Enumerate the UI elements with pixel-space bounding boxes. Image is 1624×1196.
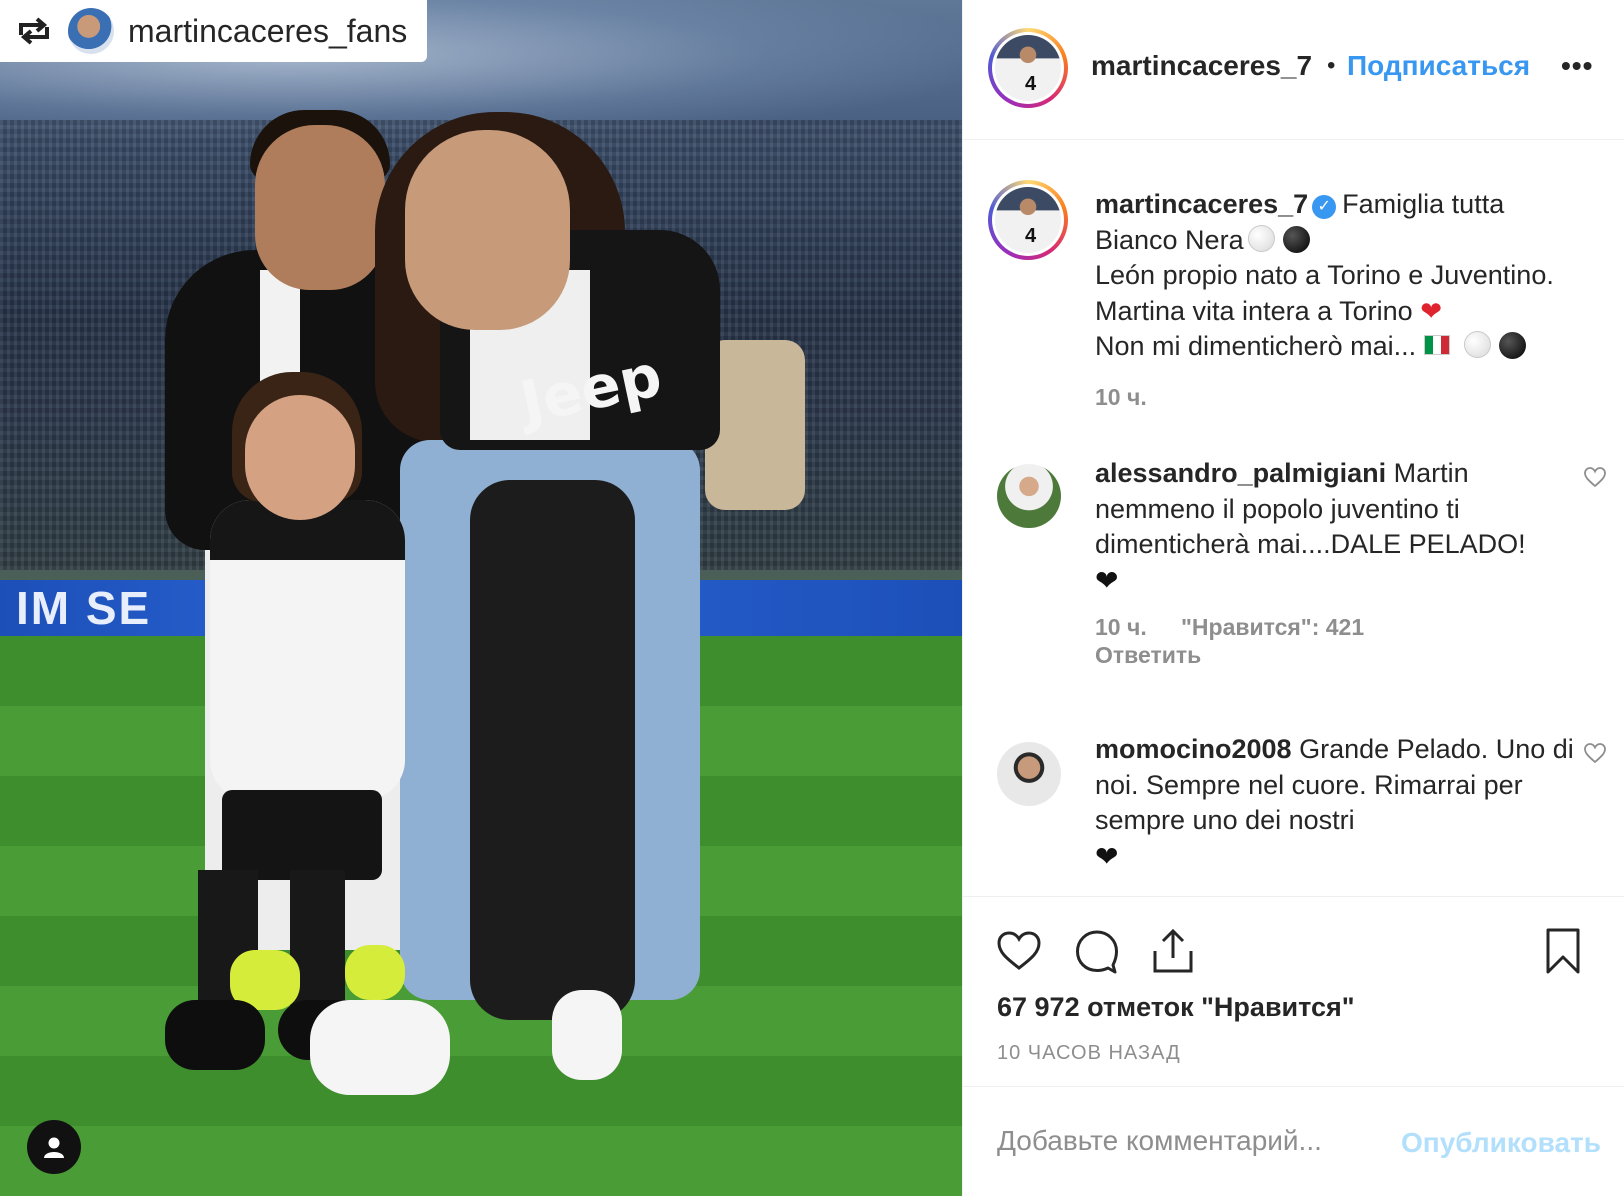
black-circle-icon bbox=[1499, 332, 1527, 359]
likes-count[interactable]: 67 972 отметок "Нравится" bbox=[997, 992, 1355, 1023]
comment-like-icon[interactable] bbox=[1583, 741, 1607, 765]
verified-icon: ✓ bbox=[1312, 195, 1337, 219]
player-head bbox=[255, 125, 385, 290]
white-circle-icon bbox=[1247, 224, 1275, 252]
author-avatar[interactable] bbox=[988, 28, 1068, 108]
caption-line-3: León propio nato a Torino e Juventino. bbox=[1095, 260, 1554, 290]
caption-line-2: Bianco Nera bbox=[1095, 224, 1244, 255]
kid-shorts bbox=[222, 790, 382, 880]
publish-button[interactable]: Опубликовать bbox=[1401, 1127, 1601, 1159]
black-heart-icon: ❤ bbox=[1095, 840, 1119, 872]
caption-line-1: Famiglia tutta bbox=[1342, 189, 1505, 219]
comment-icon[interactable] bbox=[1073, 927, 1121, 975]
header-separator: • bbox=[1327, 52, 1336, 79]
girl-sneaker-left bbox=[310, 1000, 450, 1095]
comment-input[interactable] bbox=[997, 1125, 1417, 1157]
post-header: martincaceres_7 • Подписаться ••• bbox=[963, 0, 1624, 140]
commenter-avatar[interactable] bbox=[997, 742, 1061, 806]
heart-icon[interactable] bbox=[995, 927, 1043, 975]
girl-head bbox=[405, 130, 570, 330]
caption-line-4: Martina vita intera a Torino bbox=[1095, 295, 1413, 326]
commenter-avatar[interactable] bbox=[997, 464, 1061, 528]
italy-flag-icon bbox=[1424, 335, 1451, 355]
player-boot-right bbox=[345, 945, 405, 1000]
kid-sock-right bbox=[290, 870, 345, 1020]
reply-button[interactable]: Ответить bbox=[1095, 642, 1201, 669]
comment-text: momocino2008 Grande Pelado. Uno di noi. … bbox=[1095, 732, 1595, 875]
comment-time[interactable]: 10 ч. bbox=[1095, 614, 1147, 641]
red-heart-icon: ❤ bbox=[1420, 295, 1442, 326]
comment-like-icon[interactable] bbox=[1583, 465, 1607, 489]
caption-avatar[interactable] bbox=[988, 180, 1068, 260]
more-icon[interactable]: ••• bbox=[1561, 50, 1593, 82]
backpack bbox=[705, 340, 805, 510]
caption-line-5: Non mi dimenticherò mai... bbox=[1095, 331, 1417, 361]
post-sidebar: martincaceres_7 • Подписаться ••• martin… bbox=[962, 0, 1624, 1196]
jacket bbox=[470, 480, 635, 1020]
girl-sneaker-right bbox=[552, 990, 622, 1080]
repost-tag[interactable]: martincaceres_fans bbox=[0, 0, 428, 62]
caption-text: martincaceres_7 ✓ Famiglia tutta Bianco Ne… bbox=[1095, 187, 1595, 365]
comment-text: alessandro_palmigiani Martin nemmeno il … bbox=[1095, 456, 1595, 599]
post-photo[interactable]: IM SE Jeep martincaceres_fans bbox=[0, 0, 962, 1196]
user-tag-icon[interactable] bbox=[27, 1120, 81, 1174]
repost-avatar bbox=[68, 8, 114, 54]
kid-shoe-left bbox=[165, 1000, 265, 1070]
add-comment-row: Опубликовать bbox=[963, 1086, 1624, 1196]
kid-head bbox=[245, 395, 355, 520]
post-timestamp: 10 ЧАСОВ НАЗАД bbox=[997, 1042, 1181, 1064]
author-username[interactable]: martincaceres_7 bbox=[1091, 50, 1312, 82]
comment-username[interactable]: alessandro_palmigiani bbox=[1095, 458, 1386, 488]
caption-time[interactable]: 10 ч. bbox=[1095, 384, 1147, 411]
comment-username[interactable]: momocino2008 bbox=[1095, 734, 1292, 764]
repost-icon bbox=[14, 14, 54, 48]
bookmark-icon[interactable] bbox=[1539, 927, 1587, 975]
share-icon[interactable] bbox=[1149, 927, 1197, 975]
white-circle-icon bbox=[1464, 331, 1492, 358]
caption-username[interactable]: martincaceres_7 bbox=[1095, 189, 1308, 219]
comment-likes[interactable]: "Нравится": 421 bbox=[1181, 614, 1364, 641]
black-heart-icon: ❤ bbox=[1095, 564, 1119, 596]
black-circle-icon bbox=[1282, 225, 1310, 253]
repost-username: martincaceres_fans bbox=[128, 12, 408, 49]
follow-button[interactable]: Подписаться bbox=[1347, 50, 1530, 82]
